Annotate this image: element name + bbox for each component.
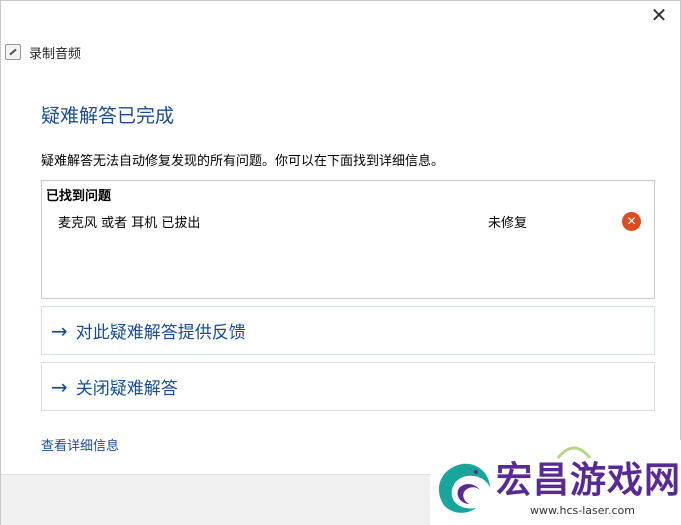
close-button[interactable]: ✕ — [646, 3, 672, 27]
problem-row: 麦克风 或者 耳机 已拔出 未修复 ✕ — [42, 211, 654, 233]
window-title-text: 录制音频 — [29, 46, 82, 62]
problems-header: 已找到问题 — [46, 189, 112, 204]
page-title: 疑难解答已完成 — [41, 105, 175, 127]
close-troubleshooter-link[interactable]: → 关闭疑难解答 — [41, 362, 655, 411]
arrow-right-icon: → — [51, 374, 68, 399]
watermark-arc-icon — [556, 446, 592, 459]
view-details-link[interactable]: 查看详细信息 — [41, 435, 119, 454]
close-icon: ✕ — [650, 3, 668, 27]
close-troubleshooter-label: 关闭疑难解答 — [75, 379, 178, 399]
feedback-link-label: 对此疑难解答提供反馈 — [75, 323, 246, 343]
troubleshooter-icon — [5, 44, 21, 60]
watermark-dragon-logo — [438, 463, 490, 513]
feedback-link[interactable]: → 对此疑难解答提供反馈 — [41, 306, 655, 355]
problem-status: 未修复 — [488, 216, 528, 231]
problems-found-panel: 已找到问题 麦克风 或者 耳机 已拔出 未修复 ✕ — [41, 180, 655, 299]
watermark-text: 宏昌游戏网 — [496, 460, 681, 501]
watermark-url: www.hcs-laser.com — [530, 504, 635, 517]
error-icon: ✕ — [622, 212, 641, 231]
page-description: 疑难解答无法自动修复发现的所有问题。你可以在下面找到详细信息。 — [41, 154, 445, 169]
problem-name: 麦克风 或者 耳机 已拔出 — [58, 216, 201, 231]
watermark: 宏昌游戏网 www.hcs-laser.com — [430, 440, 681, 525]
arrow-right-icon: → — [51, 318, 68, 343]
window-title: 录制音频 — [5, 42, 81, 62]
